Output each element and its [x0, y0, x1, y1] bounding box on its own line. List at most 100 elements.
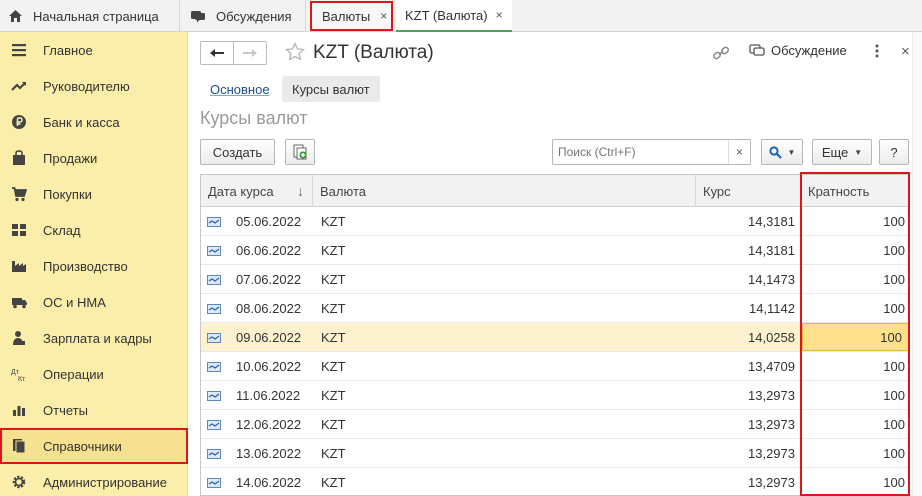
sidebar-item-label: Справочники [43, 438, 122, 454]
link-icon[interactable] [712, 45, 730, 64]
find-button[interactable]: ▼ [761, 139, 803, 165]
column-date[interactable]: Дата курса ↓ [201, 175, 313, 207]
copy-button[interactable] [285, 139, 315, 165]
subtab-main[interactable]: Основное [210, 76, 270, 102]
rate-record-icon [207, 323, 223, 352]
clear-search-icon[interactable]: × [728, 140, 750, 164]
cell-date: 06.06.2022 [236, 243, 302, 258]
table-row[interactable]: 14.06.2022 KZT 13,2973 100 [201, 468, 909, 495]
sidebar-item-manager[interactable]: Руководителю [0, 68, 188, 104]
table-row[interactable]: 11.06.2022 KZT 13,2973 100 [201, 381, 909, 410]
sidebar-item-label: Склад [43, 222, 81, 238]
cell-multiplicity[interactable]: 100 [802, 323, 909, 351]
tab-kzt[interactable]: KZT (Валюта) × [396, 0, 512, 32]
cell-rate: 13,2973 [748, 417, 795, 432]
dt-kt-icon: Дт Кт [10, 365, 28, 383]
favorite-star-icon[interactable] [284, 41, 306, 64]
sidebar-item-directories[interactable]: Справочники [0, 428, 188, 464]
sidebar-item-warehouse[interactable]: Склад [0, 212, 188, 248]
forward-button[interactable] [233, 41, 267, 65]
table-row[interactable]: 06.06.2022 KZT 14,3181 100 [201, 236, 909, 265]
more-label: Еще [821, 144, 849, 160]
cell-multiplicity[interactable]: 100 [801, 207, 905, 236]
cell-currency: KZT [321, 388, 346, 403]
column-multiplicity[interactable]: Кратность [801, 175, 909, 207]
discussion-button[interactable]: Обсуждение [749, 43, 847, 58]
table-row[interactable]: 07.06.2022 KZT 14,1473 100 [201, 265, 909, 294]
sidebar-item-purchases[interactable]: Покупки [0, 176, 188, 212]
arrow-left-icon [210, 49, 224, 57]
cell-currency: KZT [321, 330, 346, 345]
tab-home[interactable]: Начальная страница [0, 0, 180, 32]
cell-currency: KZT [321, 272, 346, 287]
sidebar-item-sales[interactable]: Продажи [0, 140, 188, 176]
sidebar-item-salary[interactable]: Зарплата и кадры [0, 320, 188, 356]
cell-multiplicity[interactable]: 100 [801, 294, 905, 323]
sidebar-item-reports[interactable]: Отчеты [0, 392, 188, 428]
svg-text:Дт: Дт [11, 369, 20, 376]
tab-kzt-label: KZT (Валюта) [405, 7, 488, 23]
cell-multiplicity[interactable]: 100 [801, 265, 905, 294]
sidebar-item-bank[interactable]: Банк и касса [0, 104, 188, 140]
subtab-rates[interactable]: Курсы валют [282, 76, 380, 102]
table-row[interactable]: 13.06.2022 KZT 13,2973 100 [201, 439, 909, 468]
cell-multiplicity[interactable]: 100 [801, 381, 905, 410]
cell-currency: KZT [321, 243, 346, 258]
cell-date: 05.06.2022 [236, 214, 302, 229]
table-row[interactable]: 12.06.2022 KZT 13,2973 100 [201, 410, 909, 439]
back-button[interactable] [200, 41, 234, 65]
sidebar-item-production[interactable]: Производство [0, 248, 188, 284]
tab-currencies[interactable]: Валюты × [310, 1, 393, 31]
create-button[interactable]: Создать [200, 139, 275, 165]
cell-date: 07.06.2022 [236, 272, 302, 287]
sidebar-item-label: Производство [43, 258, 128, 274]
table-header: Дата курса ↓ Валюта Курс Кратность [201, 175, 909, 207]
cell-rate: 13,2973 [748, 388, 795, 403]
home-icon [9, 10, 22, 22]
cell-multiplicity[interactable]: 100 [801, 352, 905, 381]
close-form-icon[interactable]: × [901, 43, 910, 60]
cell-multiplicity[interactable]: 100 [801, 410, 905, 439]
rate-record-icon [207, 265, 223, 294]
cell-currency: KZT [321, 475, 346, 490]
sidebar-item-operations[interactable]: Дт Кт Операции [0, 356, 188, 392]
table-row[interactable]: 10.06.2022 KZT 13,4709 100 [201, 352, 909, 381]
chevron-down-icon: ▼ [787, 147, 796, 157]
sidebar-item-label: ОС и НМА [43, 294, 106, 310]
sidebar-item-fixed-assets[interactable]: ОС и НМА [0, 284, 188, 320]
tab-discussions[interactable]: Обсуждения [180, 0, 306, 32]
bag-icon [10, 149, 28, 167]
search-icon [768, 145, 782, 159]
sidebar-item-main[interactable]: Главное [0, 32, 188, 68]
close-tab-currencies-icon[interactable]: × [380, 9, 387, 23]
scrollbar[interactable] [912, 32, 922, 496]
column-currency[interactable]: Валюта [313, 175, 696, 207]
main-form: KZT (Валюта) Обсуждение × Основное Курсы… [188, 32, 922, 496]
table-row[interactable]: 08.06.2022 KZT 14,1142 100 [201, 294, 909, 323]
more-button[interactable]: Еще ▼ [812, 139, 872, 165]
more-actions-icon[interactable] [875, 44, 881, 61]
cell-multiplicity[interactable]: 100 [801, 468, 905, 495]
sidebar-item-label: Руководителю [43, 78, 130, 94]
arrow-right-icon [243, 49, 257, 57]
rate-record-icon [207, 381, 223, 410]
sidebar-item-label: Банк и касса [43, 114, 120, 130]
rate-record-icon [207, 439, 223, 468]
help-button[interactable]: ? [879, 139, 909, 165]
search-field[interactable]: × [552, 139, 751, 165]
table-row[interactable]: 05.06.2022 KZT 14,3181 100 [201, 207, 909, 236]
search-input[interactable] [553, 140, 729, 164]
cell-multiplicity[interactable]: 100 [801, 236, 905, 265]
cell-rate: 14,3181 [748, 214, 795, 229]
cell-rate: 14,1142 [748, 301, 795, 316]
cell-multiplicity[interactable]: 100 [801, 439, 905, 468]
table-row[interactable]: 09.06.2022 KZT 14,0258 100 [201, 323, 909, 352]
cell-rate: 14,1473 [748, 272, 795, 287]
close-tab-kzt-icon[interactable]: × [496, 8, 503, 22]
sidebar-item-label: Администрирование [43, 474, 167, 490]
column-rate[interactable]: Курс [696, 175, 801, 207]
tab-currencies-label: Валюты [322, 8, 371, 24]
sidebar-item-administration[interactable]: Администрирование [0, 464, 188, 496]
cell-currency: KZT [321, 417, 346, 432]
truck-icon [10, 293, 28, 311]
